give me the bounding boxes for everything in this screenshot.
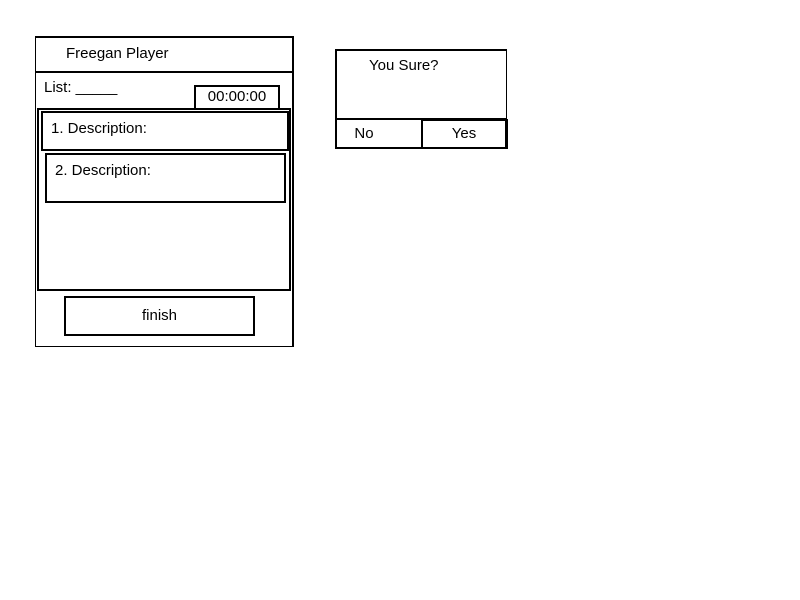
list-label: List: _____ [44,79,118,96]
dialog-button-row: No Yes [337,118,508,149]
list-item[interactable]: 2. Description: [45,153,286,203]
item-list[interactable]: 1. Description: 2. Description: [37,108,291,291]
item-description: 2. Description: [55,162,151,179]
yes-button[interactable]: Yes [421,119,508,149]
player-window: Freegan Player List: _____ 00:00:00 1. D… [35,36,294,347]
confirm-dialog: You Sure? No Yes [335,49,508,149]
no-button[interactable]: No [337,120,421,149]
player-title: Freegan Player [66,45,169,62]
finish-button[interactable]: finish [64,296,255,336]
dialog-message: You Sure? [369,57,439,74]
timer-display: 00:00:00 [194,85,280,110]
list-item[interactable]: 1. Description: [41,111,289,151]
player-titlebar: Freegan Player [36,38,293,73]
item-description: 1. Description: [51,120,147,137]
